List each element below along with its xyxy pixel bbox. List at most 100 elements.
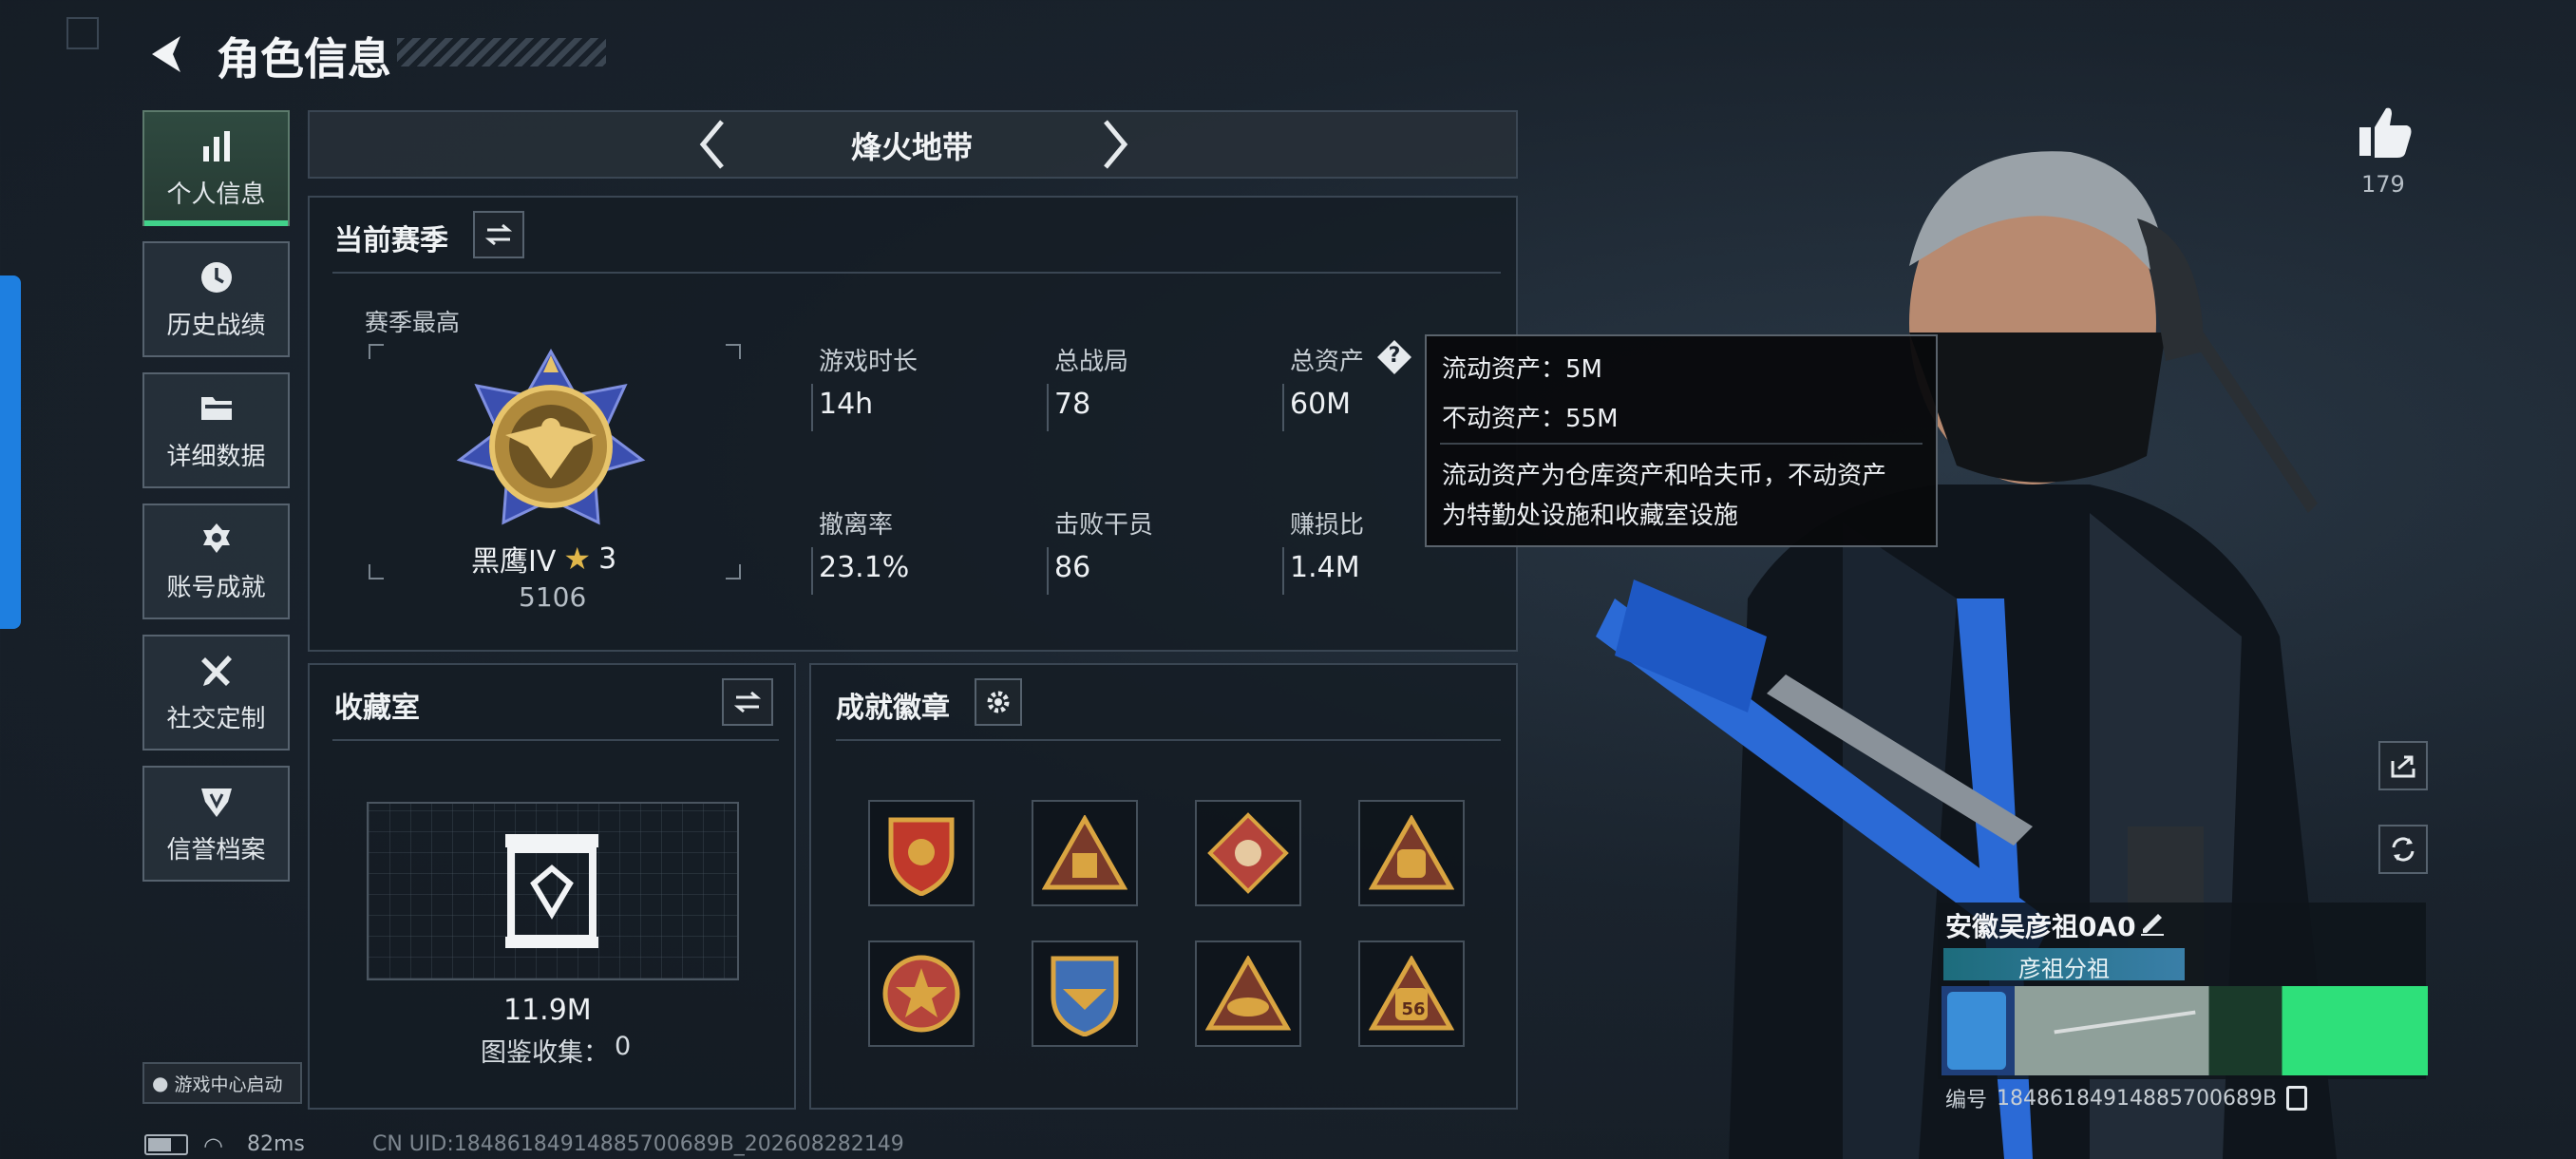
nav-personal-info[interactable]: 个人信息: [142, 110, 290, 226]
player-name: 安徽吴彦祖0A0: [1945, 911, 2136, 942]
stat-label-total-matches: 总战局: [1054, 348, 1129, 376]
nav-match-history[interactable]: 历史战绩: [142, 241, 290, 357]
catalog-count: 0: [615, 1032, 632, 1061]
season-title: 当前赛季: [334, 224, 448, 257]
stat-value-extract-rate: 23.1%: [819, 551, 910, 584]
vault-icon: [505, 834, 598, 948]
season-highest-label: 赛季最高: [365, 309, 461, 336]
copy-icon[interactable]: [2286, 1086, 2308, 1111]
wifi-icon: ◠: [203, 1132, 223, 1159]
hat-badge-icon: [1205, 956, 1291, 1031]
frame-corner: [369, 564, 384, 580]
assets-help-button[interactable]: ?: [1375, 338, 1413, 376]
player-id-value: 18486184914885700689B: [1997, 1086, 2278, 1111]
corner-decoration: [66, 17, 99, 49]
back-button[interactable]: [141, 28, 188, 80]
collection-value: 11.9M: [503, 994, 592, 1027]
vault-icon: [502, 830, 602, 950]
rank-emblem: [456, 348, 646, 538]
chevron-right-icon: [1104, 120, 1128, 169]
bar-chart-icon: [202, 130, 230, 162]
rotate-button[interactable]: [2378, 825, 2428, 874]
share-icon: [2391, 755, 2415, 778]
rank-score: 5106: [519, 581, 587, 613]
rank-stars: 3: [598, 542, 617, 576]
nav-label: 社交定制: [166, 704, 266, 733]
divider: [332, 272, 1501, 274]
nav-label: 历史战绩: [166, 311, 266, 340]
collection-switch-button[interactable]: [722, 678, 773, 726]
qq-icon: ●: [152, 1072, 169, 1094]
credit-shield-icon: [200, 788, 232, 817]
nav-label: 详细数据: [166, 442, 266, 471]
page-title: 角色信息: [217, 33, 391, 85]
player-id-row: 编号 18486184914885700689B: [1945, 1083, 2308, 1113]
nav-social-custom[interactable]: 社交定制: [142, 635, 290, 750]
frame-corner: [726, 564, 741, 580]
tooltip-liquid: 流动资产：5M: [1442, 355, 1602, 384]
tooltip-desc-line1: 流动资产为仓库资产和哈夫币，不动资产: [1442, 462, 1887, 490]
achievement-badge[interactable]: [1358, 800, 1465, 906]
stat-label-playtime: 游戏时长: [819, 348, 919, 376]
achievement-badge[interactable]: [1032, 940, 1138, 1047]
achievement-badge[interactable]: [1032, 800, 1138, 906]
stat-divider: [1047, 384, 1049, 431]
divider: [332, 739, 779, 741]
game-center-label: 游戏中心启动: [174, 1074, 283, 1095]
frame-corner: [369, 344, 384, 359]
achievement-badge[interactable]: [1195, 940, 1301, 1047]
collection-title: 收藏室: [334, 692, 420, 725]
folder-icon: [200, 396, 232, 420]
stat-value-operators-defeated: 86: [1054, 551, 1091, 584]
next-mode-button[interactable]: [1096, 116, 1134, 173]
shield-badge-icon: [888, 817, 955, 896]
banner-signature: [2054, 1010, 2196, 1035]
pencil-icon: [2141, 914, 2164, 936]
help-symbol: ?: [1388, 344, 1401, 368]
prev-mode-button[interactable]: [693, 116, 731, 173]
achievement-icon: [202, 522, 230, 553]
stat-label-operators-defeated: 击败干员: [1054, 511, 1154, 540]
stat-value-profit-ratio: 1.4M: [1290, 551, 1360, 584]
uid-text: CN UID:18486184914885700689B_20260828214…: [372, 1132, 904, 1156]
stat-label-profit-ratio: 赚损比: [1290, 511, 1365, 540]
nav-account-achievements[interactable]: 账号成就: [142, 504, 290, 619]
achievement-badge[interactable]: [1195, 800, 1301, 906]
badge-number: 56: [1401, 999, 1426, 1019]
stat-divider: [1047, 547, 1049, 595]
achievements-title: 成就徽章: [836, 692, 950, 725]
game-center-button[interactable]: ● 游戏中心启动: [142, 1062, 302, 1104]
pyramid-badge-icon: [1042, 815, 1127, 890]
title-stripes: [397, 38, 606, 66]
edit-name-button[interactable]: [2137, 906, 2168, 937]
star-shield-badge-icon: [882, 955, 960, 1033]
achievement-badge[interactable]: 56: [1358, 940, 1465, 1047]
achievement-badge[interactable]: [868, 800, 975, 906]
catalog-label: 图鉴收集：: [481, 1038, 609, 1068]
season-switch-button[interactable]: [473, 211, 524, 258]
diamond-badge-icon: [1207, 812, 1289, 894]
stat-value-playtime: 14h: [819, 388, 874, 421]
ping-value: 82ms: [247, 1132, 305, 1156]
battery-icon: [144, 1134, 188, 1155]
stat-value-total-matches: 78: [1054, 388, 1091, 421]
achievement-badge[interactable]: [868, 940, 975, 1047]
nav-credit-record[interactable]: 信誉档案: [142, 766, 290, 882]
player-tag: 彦祖分祖: [2018, 956, 2110, 982]
swap-arrows-icon: [484, 223, 513, 246]
nav-label: 个人信息: [166, 180, 266, 209]
stat-label-total-assets: 总资产: [1290, 348, 1365, 376]
assets-tooltip: 流动资产：5M 不动资产：55M 流动资产为仓库资产和哈夫币，不动资产 为特勤处…: [1425, 334, 1938, 547]
history-clock-icon: [200, 261, 232, 293]
side-drawer-handle[interactable]: [0, 276, 21, 629]
divider: [836, 739, 1501, 741]
nav-detailed-data[interactable]: 详细数据: [142, 372, 290, 488]
share-button[interactable]: [2378, 741, 2428, 790]
player-banner[interactable]: [1941, 986, 2428, 1075]
achievements-settings-button[interactable]: [975, 678, 1022, 726]
star-icon: ★: [563, 541, 592, 577]
like-count: 179: [2361, 171, 2405, 198]
like-button[interactable]: [2356, 103, 2415, 162]
stat-divider: [1282, 384, 1284, 431]
tooltip-fixed: 不动资产：55M: [1442, 405, 1619, 433]
